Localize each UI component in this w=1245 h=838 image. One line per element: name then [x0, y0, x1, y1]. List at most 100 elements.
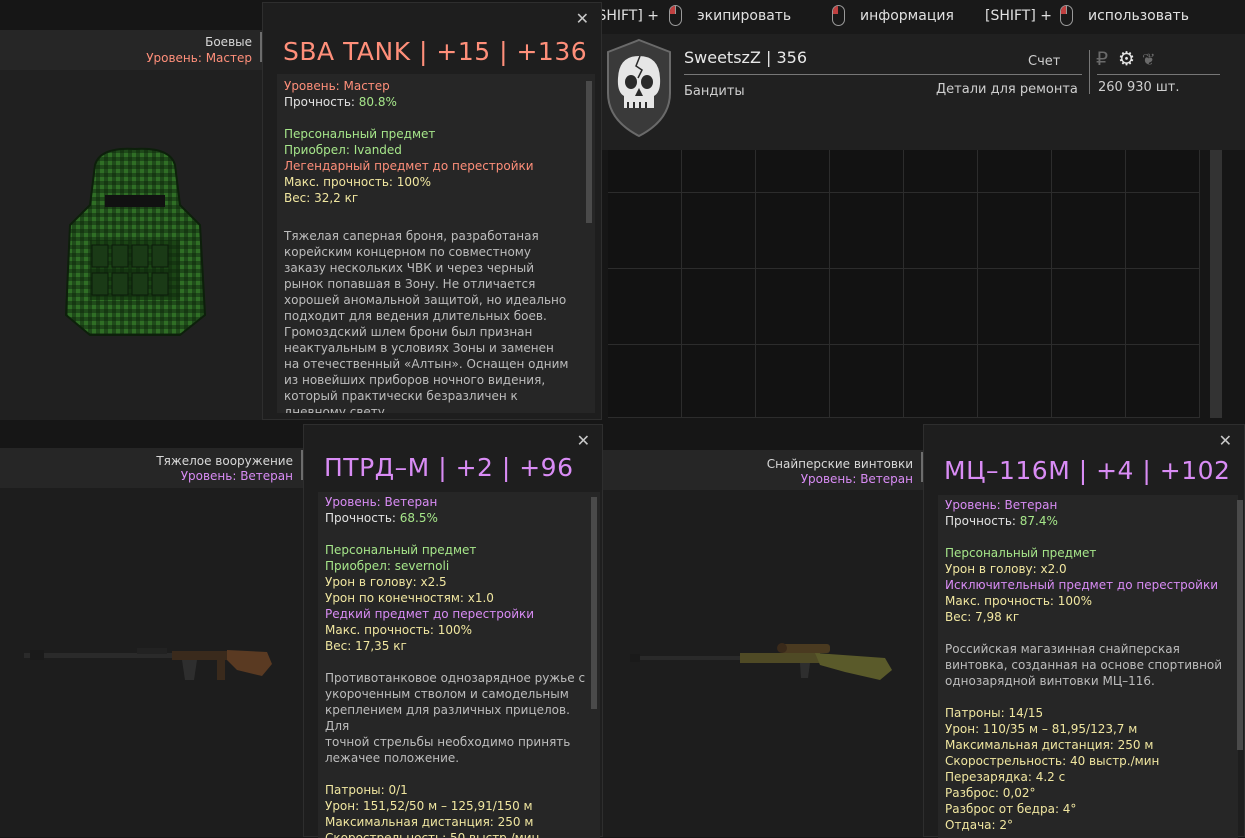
damage-stat: Урон: 110/35 м – 81,95/123,7 м: [945, 722, 1138, 736]
hip-spread: Разброс от бедра: 4°: [945, 802, 1077, 816]
ruble-icon[interactable]: ₽: [1096, 48, 1108, 70]
divider: [1089, 50, 1090, 94]
inventory-slot[interactable]: [756, 345, 830, 418]
category-level: Уровень: Ветеран: [180, 469, 293, 483]
inventory-slot[interactable]: [1126, 269, 1200, 345]
inventory-slot[interactable]: [1052, 269, 1126, 345]
item-durability: Прочность: 68.5%: [325, 511, 438, 525]
desc-line: рынок попавшая в Зону. Не отличается: [284, 277, 536, 291]
inventory-slot[interactable]: [1126, 345, 1200, 418]
controls-hint-bar: [SHIFT] + экипировать информация [SHIFT]…: [592, 0, 1245, 34]
heavy-weapon-category-header: Тяжелое вооружение Уровень: Ветеран: [0, 448, 303, 488]
inventory-slot[interactable]: [830, 345, 904, 418]
inventory-slot[interactable]: [904, 345, 978, 418]
repair-gear-icon[interactable]: ⚙: [1118, 48, 1135, 70]
tooltip-scrollbar[interactable]: [591, 497, 597, 709]
rarity-note: Легендарный предмет до перестройки: [284, 159, 534, 173]
mouse-left-icon: [1060, 5, 1073, 26]
sba-tank-armor-image: [64, 147, 207, 336]
desc-line: заказу нескольких ЧВК и через черный: [284, 261, 535, 275]
inventory-slot[interactable]: [756, 150, 830, 193]
desc-line: из новейших приборов ночного видения,: [284, 373, 546, 387]
inventory-scrollbar[interactable]: [1210, 150, 1222, 418]
inventory-slot[interactable]: [682, 345, 756, 418]
item-durability: Прочность: 87.4%: [945, 514, 1058, 528]
inventory-slot[interactable]: [1052, 193, 1126, 269]
inventory-slot[interactable]: [1052, 345, 1126, 418]
damage-stat: Урон: 151,52/50 м – 125,91/150 м: [325, 799, 533, 813]
inventory-slot[interactable]: [830, 269, 904, 345]
desc-line: неактуальным в условиях Зоны и заменен: [284, 341, 554, 355]
category-title: Боевые: [205, 35, 252, 49]
personal-item: Персональный предмет: [945, 546, 1097, 560]
ptrd-rifle-image: [24, 648, 272, 680]
desc-line: на отечественный «Алтын». Оснащен одним: [284, 357, 569, 371]
desc-line: однозарядной винтовки МЦ–116.: [945, 674, 1155, 688]
inventory-slot[interactable]: [830, 150, 904, 193]
divider: [1097, 74, 1220, 75]
inventory-slot[interactable]: [608, 150, 682, 193]
inventory-slot[interactable]: [904, 269, 978, 345]
headshot-multiplier: Урон в голову: x2.0: [945, 562, 1067, 576]
item-title: МЦ–116М | +4 | +102: [944, 456, 1231, 485]
mouse-left-icon: [669, 5, 682, 26]
inventory-slot[interactable]: [682, 269, 756, 345]
inventory-slot[interactable]: [1126, 193, 1200, 269]
inventory-slot[interactable]: [682, 193, 756, 269]
inventory-slot[interactable]: [904, 150, 978, 193]
desc-line: Российская магазинная снайперская: [945, 642, 1180, 656]
inventory-slot[interactable]: [608, 193, 682, 269]
limb-multiplier: Урон по конечностям: x1.0: [325, 591, 494, 605]
tooltip-scrollbar[interactable]: [1237, 500, 1243, 750]
inventory-slot[interactable]: [608, 345, 682, 418]
inventory-slot[interactable]: [978, 345, 1052, 418]
reload-time: Перезарядка: 4.2 с: [945, 770, 1066, 784]
inventory-slot[interactable]: [756, 193, 830, 269]
inventory-slot[interactable]: [1052, 150, 1126, 193]
inventory-slot[interactable]: [978, 150, 1052, 193]
item-weight: Вес: 17,35 кг: [325, 639, 407, 653]
desc-line: корейским концерном по совместному: [284, 245, 531, 259]
item-tooltip-ptrd: ✕ ПТРД–М | +2 | +96 Уровень: Ветеран Про…: [303, 424, 603, 838]
item-tooltip-armor: ✕ SBA TANK | +15 | +136 Уровень: Мастер …: [262, 2, 602, 420]
max-range: Максимальная дистанция: 250 м: [325, 815, 534, 829]
item-details: Уровень: Мастер Прочность: 80.8% Персона…: [277, 74, 595, 413]
inventory-slot[interactable]: [904, 193, 978, 269]
desc-line: лежачее положение.: [325, 751, 460, 765]
close-icon[interactable]: ✕: [576, 9, 589, 28]
inventory-slot[interactable]: [830, 193, 904, 269]
mts-116m-rifle-image: [630, 643, 892, 680]
inventory-slot[interactable]: [1126, 150, 1200, 193]
item-level: Уровень: Ветеран: [325, 495, 438, 509]
player-faction: Бандиты: [684, 84, 745, 99]
info-hint: информация: [860, 8, 954, 24]
use-hint: использовать: [1088, 8, 1189, 24]
acquired-by: Приобрел: severnoli: [325, 559, 450, 573]
personal-item: Персональный предмет: [284, 127, 436, 141]
close-icon[interactable]: ✕: [577, 431, 590, 450]
plant-icon[interactable]: ❦: [1142, 50, 1155, 69]
inventory-slot[interactable]: [978, 193, 1052, 269]
desc-line: креплением для различных прицелов. Для: [325, 703, 570, 733]
desc-line: точной стрельбы необходимо принять: [325, 735, 571, 749]
item-weight: Вес: 7,98 кг: [945, 610, 1020, 624]
player-name: SweetszZ | 356: [684, 48, 808, 67]
inventory-slot[interactable]: [608, 269, 682, 345]
inventory-slot[interactable]: [682, 150, 756, 193]
desc-line: хорошей аномальной защитой, но идеально: [284, 293, 567, 307]
shift-hint-1: [SHIFT] +: [592, 8, 660, 24]
item-tooltip-mts: ✕ МЦ–116М | +4 | +102 Уровень: Ветеран П…: [923, 424, 1245, 838]
rarity-note: Исключительный предмет до перестройки: [945, 578, 1218, 592]
category-level: Уровень: Мастер: [146, 51, 252, 65]
item-title: ПТРД–М | +2 | +96: [324, 453, 574, 482]
repair-parts-label: Детали для ремонта: [936, 82, 1078, 97]
close-icon[interactable]: ✕: [1219, 431, 1232, 450]
inventory-slot[interactable]: [978, 269, 1052, 345]
tooltip-scrollbar[interactable]: [586, 81, 592, 223]
max-durability: Макс. прочность: 100%: [325, 623, 473, 637]
inventory-slot[interactable]: [756, 269, 830, 345]
item-level: Уровень: Мастер: [284, 79, 390, 93]
desc-line: Громоздский шлем брони был признан: [284, 325, 533, 339]
inventory-grid[interactable]: [608, 150, 1200, 418]
mouse-icon: [832, 5, 845, 26]
